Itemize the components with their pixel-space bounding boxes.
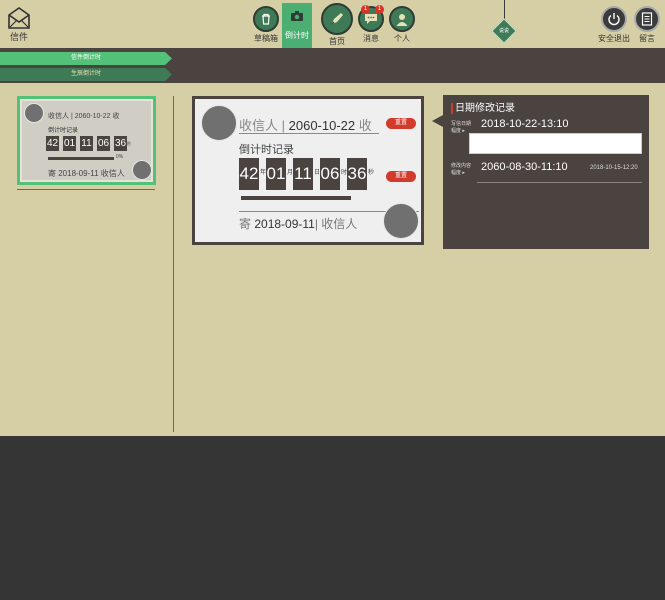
nav-home-label: 首页 [329,37,345,46]
nav-profile-label: 个人 [394,34,410,43]
recipient-avatar [201,105,237,141]
divider [477,182,642,183]
recipient-suffix: 收 [358,118,372,133]
camera-icon [284,3,310,29]
digit-value: 01 [266,164,286,183]
recipient-line: 收信人 | 2060-10-22 收 [48,113,120,120]
countdown-digits: 42 01 11 06 36 秒 [46,136,131,151]
divider-horizontal [17,189,155,190]
sender-prefix: 寄 [239,217,252,231]
sender-line: 寄 2018-09-11 收信人 [48,169,125,178]
nav-drafts-label: 草稿箱 [254,34,278,43]
reset-date-button[interactable]: 重置 [386,118,416,129]
digit-value: 06 [97,138,110,149]
write-date-label-line: 写信日期 [451,121,472,127]
nav-countdown-label: 倒计时 [285,31,309,40]
progress-bar [241,196,351,200]
message-board-label: 留言 [639,34,655,43]
letter-card-detail: 收信人 | 2060-10-22 收 重置 倒计时记录 重置 42 年 01 月 1… [192,96,424,245]
person-icon [389,6,415,32]
countdown-digit: 06 [97,136,110,151]
logo[interactable]: 信件 [4,4,34,43]
power-icon [601,6,627,32]
digit-value: 06 [320,164,340,183]
modify-label-line: 修改内容 [451,163,472,169]
modify-label-line: 幅度 ▸ [451,170,465,176]
avatar [24,103,44,123]
recipient-line: 收信人 | 2060-10-22 收 [239,115,372,134]
notepad-icon [634,6,660,32]
message-board-button[interactable]: 留言 [630,6,664,44]
countdown-digit-days: 11 日 [293,158,320,190]
reset-countdown-button[interactable]: 重置 [386,171,416,182]
nav-home[interactable]: 首页 [319,3,355,47]
trash-icon [253,6,279,32]
message-badge: 1 [361,5,370,14]
chat-icon: 1 1 [358,5,384,32]
countdown-digit: 01 [63,136,76,151]
nav-messages-label: 消息 [363,34,379,43]
countdown-digit-hours: 06 时 [320,158,347,190]
envelope-icon [8,7,30,29]
write-date-label-line: 幅度 ▸ [451,128,465,134]
countdown-digit-years: 42 年 [239,158,266,190]
pen-icon [321,3,353,35]
nav-messages[interactable]: 1 1 消息 [356,5,386,44]
panel-title: 日期修改记录 [451,103,515,114]
nav-profile[interactable]: 个人 [387,6,417,44]
modify-value: 2060-08-30-11:10 [481,161,568,173]
sent-date: 2018-09-11 [254,217,315,231]
progress-bar [48,157,114,160]
tab-letter-countdown[interactable]: 信件倒计时 [0,52,172,65]
digit-value: 36 [114,138,127,149]
seconds-unit: 秒 [127,141,131,146]
modify-label: 修改内容 幅度 ▸ [451,163,471,177]
sender-avatar [383,203,419,239]
logout-label: 安全退出 [598,34,630,43]
tab-birthday-countdown[interactable]: 生辰倒计时 [0,68,172,81]
countdown-digit: 36 秒 [114,136,131,151]
progress-percent: 0% [116,154,124,160]
letter-card-thumbnail-body: 收信人 | 2060-10-22 收 倒计时记录 42 01 11 06 36 秒… [22,101,152,180]
logout-button[interactable]: 安全退出 [597,6,631,44]
digit-value: 01 [63,138,76,149]
countdown-digits: 42 年 01 月 11 日 06 时 36 秒 [239,158,374,190]
unit-label: 秒 [367,170,374,176]
countdown-digit-seconds: 36 秒 [347,158,374,190]
sender-suffix: | 收信人 [314,217,358,231]
digit-value: 42 [46,138,59,149]
nav-countdown[interactable]: 倒计时 [282,3,312,48]
write-date-label: 写信日期 幅度 ▸ [451,121,471,135]
write-date-value: 2018-10-22-13:10 [481,118,569,130]
target-date: 2060-10-22 [288,118,356,133]
countdown-digit-months: 01 月 [266,158,293,190]
avatar [132,160,152,180]
sender-line: 寄 2018-09-11| 收信人 [239,215,357,232]
top-header: 信件 草稿箱 倒计时 首页 1 1 消息 个人 说说 安全退出 留言 [0,0,665,48]
recipient-prefix: 收信人 | [239,118,285,133]
countdown-title: 倒计时记录 [239,144,294,156]
note-input[interactable] [469,133,642,154]
panel-pointer [432,115,443,127]
message-badge: 1 [375,5,384,14]
digit-value: 11 [294,164,312,183]
logo-label: 信件 [9,32,28,42]
digit-value: 42 [239,164,259,183]
date-history-panel: 日期修改记录 写信日期 幅度 ▸ 2018-10-22-13:10 修改内容 幅度 … [443,95,649,249]
countdown-digit: 42 [46,136,59,151]
digit-value: 11 [81,138,92,149]
nav-drafts[interactable]: 草稿箱 [251,6,281,44]
digit-value: 36 [347,164,367,183]
countdown-title: 倒计时记录 [48,128,79,134]
hanging-tag-label: 说说 [498,28,509,34]
countdown-digit: 11 [80,136,93,151]
divider [239,133,379,134]
divider-vertical [173,96,174,432]
letter-card-thumbnail[interactable]: 收信人 | 2060-10-22 收 倒计时记录 42 01 11 06 36 秒… [17,96,156,185]
modify-timestamp: 2018-10-15-12:20 [590,165,638,171]
